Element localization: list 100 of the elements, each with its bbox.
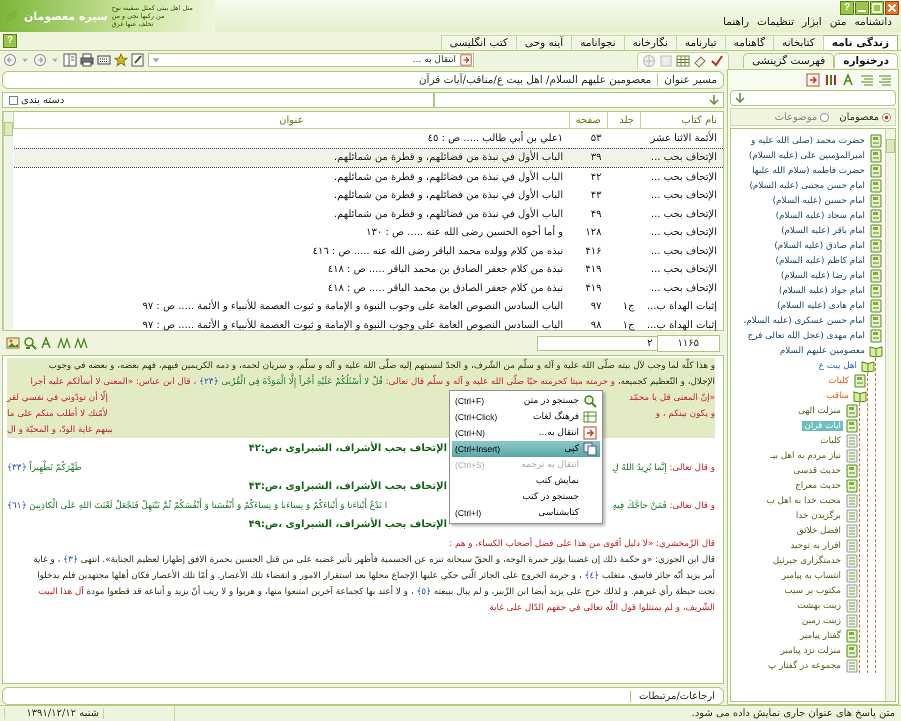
tree-item[interactable]: معصومین علیهم السلام	[778, 346, 867, 356]
bars-icon[interactable]	[824, 73, 838, 87]
column-header[interactable]: صفحه	[569, 112, 608, 128]
book-icon[interactable]	[845, 628, 859, 642]
tree-item[interactable]: امام حسین (علیه السلام)	[770, 196, 867, 206]
grid-icon[interactable]	[583, 410, 597, 424]
tree-item[interactable]: حضرت فاطمه (سلام الله علیها	[750, 166, 867, 176]
column-header[interactable]: عنوان	[14, 112, 570, 128]
tree-item[interactable]: مجموعه در گفتار پ	[766, 660, 843, 670]
table-icon[interactable]	[676, 54, 690, 68]
category-checkbox[interactable]	[9, 96, 18, 104]
forward-icon[interactable]	[33, 53, 47, 67]
book-icon[interactable]	[869, 194, 883, 208]
book-icon[interactable]	[845, 404, 859, 418]
tab[interactable]: آینه وحی	[516, 35, 572, 50]
minimize-icon[interactable]	[855, 1, 869, 15]
book-icon[interactable]	[869, 164, 883, 178]
goto-dropdown[interactable]: انتقال به ...	[148, 53, 474, 67]
tab[interactable]: کتابخانه	[772, 35, 824, 50]
book-icon[interactable]	[869, 314, 883, 328]
layout-icon[interactable]	[63, 53, 77, 67]
menu-item[interactable]: دانشنامه	[851, 16, 895, 28]
back-icon[interactable]	[3, 53, 17, 67]
open-book-icon[interactable]	[869, 344, 883, 358]
book-icon[interactable]	[869, 134, 883, 148]
tab[interactable]: فهرست گزینشی	[743, 52, 834, 68]
book-icon[interactable]	[853, 374, 867, 388]
tree-item[interactable]: کلیات	[818, 436, 843, 446]
menu-item[interactable]: متن	[826, 16, 850, 28]
book-icon[interactable]	[869, 298, 883, 312]
radio-option[interactable]: معصومان	[839, 112, 891, 122]
eraser-icon[interactable]	[693, 54, 707, 68]
tree-item[interactable]: گفتار پیامبر	[798, 630, 843, 640]
book-icon[interactable]	[869, 284, 883, 298]
copy-icon[interactable]	[583, 442, 597, 456]
list-icon[interactable]	[860, 73, 874, 87]
maximize-icon[interactable]	[870, 1, 884, 15]
book-icon[interactable]	[869, 328, 883, 342]
search-icon[interactable]	[583, 394, 597, 408]
tree-item[interactable]: امام کاظم (علیه السلام)	[774, 256, 867, 266]
tree-item[interactable]: امام سجاد (علیه السلام)	[774, 210, 867, 220]
page-icon[interactable]	[845, 448, 859, 462]
book-icon[interactable]	[845, 464, 859, 478]
tree-item[interactable]: امام جواد (علیه السلام)	[776, 286, 867, 296]
tree-item[interactable]: امام مهدی (عجل الله تعالی فرج	[746, 330, 867, 340]
tree-item[interactable]: مناقب	[824, 390, 851, 400]
book-icon[interactable]	[869, 148, 883, 162]
tree-item[interactable]: امام هادی (علیه السلام)	[775, 300, 867, 310]
tree-item[interactable]: افضل خلائق	[794, 526, 843, 536]
check-icon[interactable]	[710, 54, 724, 68]
page-icon[interactable]	[845, 614, 859, 628]
book-icon[interactable]	[869, 224, 883, 238]
page-icon[interactable]	[845, 434, 859, 448]
list-icon[interactable]	[878, 73, 892, 87]
page-icon[interactable]	[845, 494, 859, 508]
tree-item[interactable]: زینت بهشت	[795, 600, 843, 610]
tab[interactable]: نگارخانه	[624, 35, 677, 50]
tree-item[interactable]: اهل بیت ع	[816, 360, 859, 370]
tree-item[interactable]: زینت زمین	[800, 616, 843, 626]
page-icon[interactable]	[845, 508, 859, 522]
open-book-icon[interactable]	[861, 358, 875, 372]
page-icon[interactable]	[845, 658, 859, 672]
menu-item[interactable]: ابزار	[799, 16, 825, 28]
menu-item[interactable]: تنظیمات	[754, 16, 798, 28]
font-size-icon[interactable]	[57, 336, 71, 350]
tree-item[interactable]: انتساب به پیامبر	[780, 570, 843, 580]
column-header[interactable]: نام کتاب	[640, 112, 723, 128]
tree-item[interactable]: کلیات	[826, 376, 851, 386]
page-icon[interactable]	[845, 524, 859, 538]
font-size-icon[interactable]	[74, 336, 88, 350]
tab[interactable]: کتب انگلیسی	[440, 35, 517, 50]
star-icon[interactable]	[114, 53, 128, 67]
tree-item[interactable]: امیرالمؤمنین علی (علیه السلام)	[746, 150, 867, 160]
tree-item[interactable]: خدمتگزاری جبرئیل	[770, 556, 843, 566]
scrollbar[interactable]	[3, 112, 13, 330]
tree-item[interactable]: امام باقر (علیه السلام)	[779, 226, 867, 236]
tree-item[interactable]: حدیث معراج	[793, 480, 843, 490]
page-icon[interactable]	[845, 554, 859, 568]
book-icon[interactable]	[845, 418, 859, 432]
page-icon[interactable]	[845, 584, 859, 598]
scrollbar[interactable]	[885, 129, 895, 701]
book-icon[interactable]	[869, 208, 883, 222]
search-field[interactable]	[730, 90, 896, 106]
tab[interactable]: درختواره	[834, 52, 898, 68]
book-icon[interactable]	[869, 238, 883, 252]
column-header[interactable]: جلد	[608, 112, 640, 128]
tree-item[interactable]: امام رضا (علیه السلام)	[778, 270, 867, 280]
tree-item[interactable]: حضرت محمد (صلی الله علیه و	[749, 136, 867, 146]
down-arrow-icon[interactable]	[733, 91, 747, 105]
print-icon[interactable]	[80, 53, 94, 67]
tab[interactable]: نجوانامه	[571, 35, 625, 50]
tab[interactable]: زندگی نامه	[822, 35, 898, 50]
tree-item[interactable]: مکتوب بر سیب	[782, 586, 843, 596]
tree-item[interactable]: محبت خدا به اهل ب	[764, 496, 843, 506]
tab[interactable]: گاهنامه	[724, 35, 774, 50]
book-icon[interactable]	[869, 268, 883, 282]
tree-item[interactable]: امام حسن عسکری (علیه السلام،	[741, 316, 867, 326]
page-field[interactable]: ۲	[536, 336, 657, 350]
search-field[interactable]	[434, 92, 724, 108]
close-icon[interactable]	[885, 1, 899, 15]
